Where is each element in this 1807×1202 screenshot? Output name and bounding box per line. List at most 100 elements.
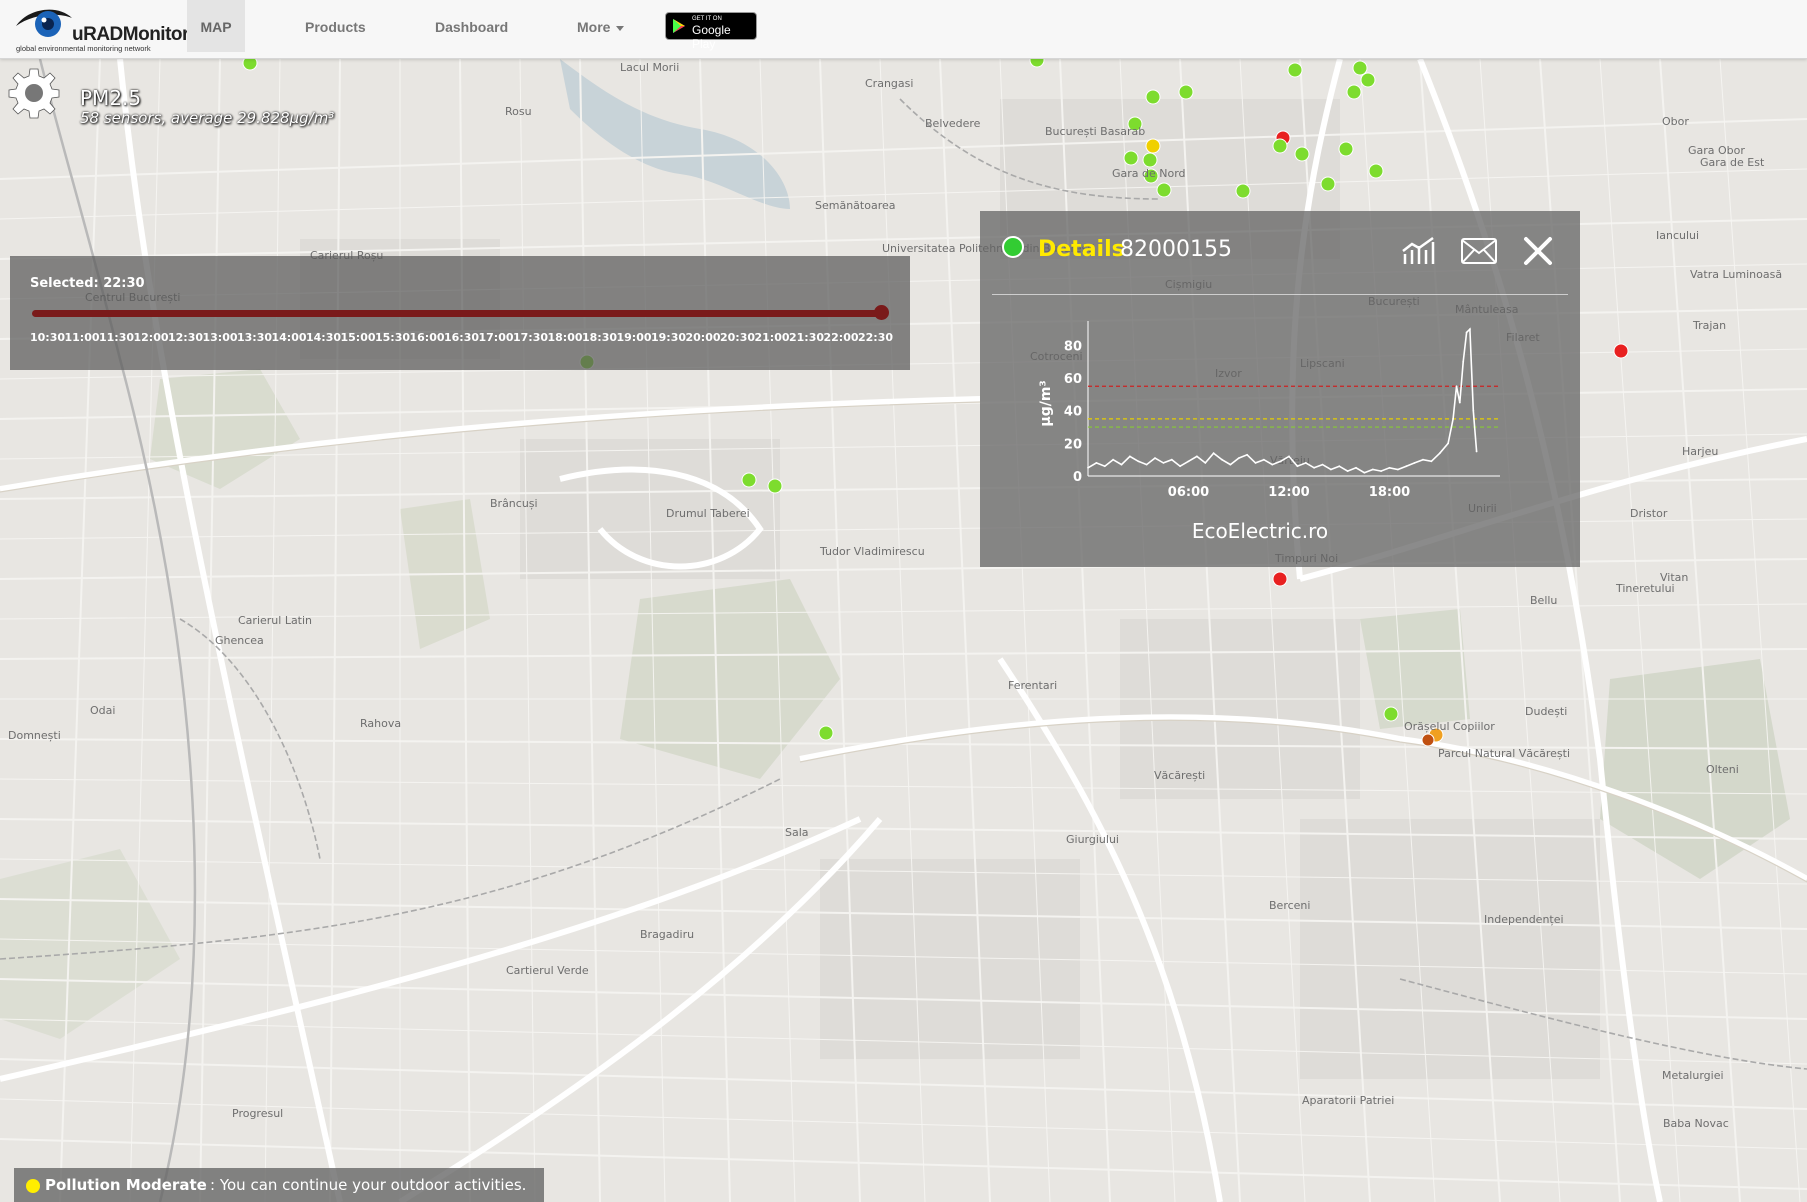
timeline-tick[interactable]: 13:00 — [203, 331, 238, 344]
close-icon[interactable] — [1522, 235, 1554, 267]
sensor-marker[interactable] — [1178, 84, 1194, 100]
sensor-marker[interactable] — [1142, 152, 1158, 168]
bar-chart-icon[interactable] — [1400, 236, 1436, 266]
timeline-tick[interactable]: 14:00 — [272, 331, 307, 344]
timeline-tick[interactable]: 19:00 — [617, 331, 652, 344]
pm25-data-point — [1462, 360, 1465, 363]
timeline-tick[interactable]: 15:00 — [341, 331, 376, 344]
pm25-series-line — [1087, 327, 1478, 474]
timeline-slider-handle[interactable] — [874, 305, 889, 320]
timeline-tick[interactable]: 22:30 — [858, 331, 893, 344]
timeline-tick[interactable]: 11:00 — [65, 331, 100, 344]
sensor-marker[interactable] — [1346, 84, 1362, 100]
sensor-marker[interactable] — [1421, 733, 1435, 747]
logo-name: uRADMonitor — [72, 24, 189, 45]
timeline-tick[interactable]: 16:30 — [444, 331, 479, 344]
pm25-data-point — [1346, 470, 1349, 472]
timeline-tick[interactable]: 17:00 — [479, 331, 514, 344]
sensor-marker[interactable] — [1235, 183, 1251, 199]
timeline-tick[interactable]: 16:00 — [410, 331, 445, 344]
sensor-marker[interactable] — [1338, 141, 1354, 157]
pm25-data-point — [1422, 458, 1424, 461]
sensor-marker[interactable] — [1360, 72, 1376, 88]
pm25-data-point — [1405, 465, 1408, 468]
sensor-marker[interactable] — [1383, 706, 1399, 722]
sensor-marker[interactable] — [1368, 163, 1384, 179]
timeline-tick[interactable]: 20:00 — [686, 331, 721, 344]
sensor-marker[interactable] — [1352, 60, 1368, 76]
y-tick-label: 0 — [1073, 470, 1082, 485]
mail-icon[interactable] — [1460, 237, 1498, 265]
logo[interactable]: uRADMonitor global environmental monitor… — [14, 4, 189, 54]
y-tick-label: 40 — [1064, 405, 1082, 420]
map-label: Lacul Morii — [620, 61, 680, 74]
timeline-tick[interactable]: 15:30 — [375, 331, 410, 344]
sensor-marker[interactable] — [242, 59, 258, 71]
map-label: Parcul Natural Văcărești — [1438, 747, 1571, 760]
pm25-data-point — [1363, 471, 1366, 474]
map-label: Gara de Est — [1700, 156, 1765, 169]
pm25-data-point — [1129, 455, 1131, 458]
timeline-tick[interactable]: 10:30 — [30, 331, 65, 344]
sensor-marker[interactable] — [1613, 343, 1629, 359]
pm25-data-point — [1475, 450, 1478, 453]
gear-icon[interactable] — [8, 67, 60, 119]
timeline-tick[interactable]: 14:30 — [306, 331, 341, 344]
sensor-marker[interactable] — [767, 478, 783, 494]
sensor-marker[interactable] — [1320, 176, 1336, 192]
sensor-details-popup: Details 82000155 0 20 40 60 80 06:00 12:00 18:0… — [980, 211, 1580, 567]
pm25-data-point — [1162, 462, 1165, 464]
pm25-data-point — [1087, 466, 1089, 469]
y-tick-label: 80 — [1064, 339, 1082, 354]
sensor-marker[interactable] — [1272, 571, 1288, 587]
timeline-tick[interactable]: 22:00 — [824, 331, 859, 344]
timeline-tick[interactable]: 12:00 — [134, 331, 169, 344]
sensor-marker[interactable] — [1287, 62, 1303, 78]
timeline-tick[interactable]: 12:30 — [168, 331, 203, 344]
timeline-tick[interactable]: 21:30 — [789, 331, 824, 344]
pm25-data-point — [1397, 468, 1399, 471]
sensor-id: 82000155 — [1120, 237, 1232, 262]
pm25-data-point — [1103, 465, 1106, 468]
timeline-tick[interactable]: 20:30 — [720, 331, 755, 344]
sensor-marker[interactable] — [1145, 138, 1161, 154]
map-label: Ferentari — [1008, 679, 1058, 692]
timeline-tick[interactable]: 11:30 — [99, 331, 134, 344]
sensor-marker[interactable] — [1272, 138, 1288, 154]
pm25-data-point — [1304, 462, 1307, 464]
pm25-data-point — [1452, 418, 1454, 420]
nav-products[interactable]: Products — [305, 0, 366, 52]
timeline-tick[interactable]: 19:30 — [651, 331, 686, 344]
pm25-history-chart[interactable]: 0 20 40 60 80 06:00 12:00 18:00 μg/m³ — [980, 301, 1580, 516]
timeline-tick[interactable]: 13:30 — [237, 331, 272, 344]
timeline-tick[interactable]: 21:00 — [755, 331, 790, 344]
pm25-data-point — [1120, 463, 1123, 466]
timeline-tick[interactable]: 17:30 — [513, 331, 548, 344]
timeline-slider-track[interactable] — [32, 310, 882, 317]
sensor-marker[interactable] — [1123, 150, 1139, 166]
sensor-marker[interactable] — [741, 472, 757, 488]
pollutant-name[interactable]: PM2.5 — [80, 86, 141, 110]
map-label: Bellu — [1530, 594, 1558, 607]
timeline-tick[interactable]: 18:30 — [582, 331, 617, 344]
sensor-owner[interactable]: EcoElectric.ro — [980, 519, 1540, 543]
pm25-data-point — [1472, 409, 1475, 412]
pm25-data-point — [1458, 401, 1461, 404]
sensor-marker[interactable] — [1294, 146, 1310, 162]
pm25-data-point — [1338, 465, 1341, 468]
sensor-marker[interactable] — [1145, 89, 1161, 105]
map-label: Olteni — [1706, 763, 1739, 776]
pm25-data-point — [1469, 328, 1471, 331]
y-axis-label: μg/m³ — [1038, 380, 1054, 426]
details-title: Details — [1038, 237, 1125, 262]
sensor-marker[interactable] — [1156, 182, 1172, 198]
nav-map[interactable]: MAP — [187, 0, 245, 52]
timeline-tick[interactable]: 18:00 — [548, 331, 583, 344]
pm25-data-point — [1212, 452, 1215, 455]
sensor-marker[interactable] — [818, 725, 834, 741]
nav-more-dropdown[interactable]: More — [577, 0, 625, 52]
pm25-data-point — [1388, 466, 1391, 469]
google-play-badge[interactable]: GET IT ON Google Play — [665, 12, 757, 51]
nav-dashboard[interactable]: Dashboard — [435, 0, 508, 52]
map-label: Tineretului — [1616, 582, 1675, 595]
